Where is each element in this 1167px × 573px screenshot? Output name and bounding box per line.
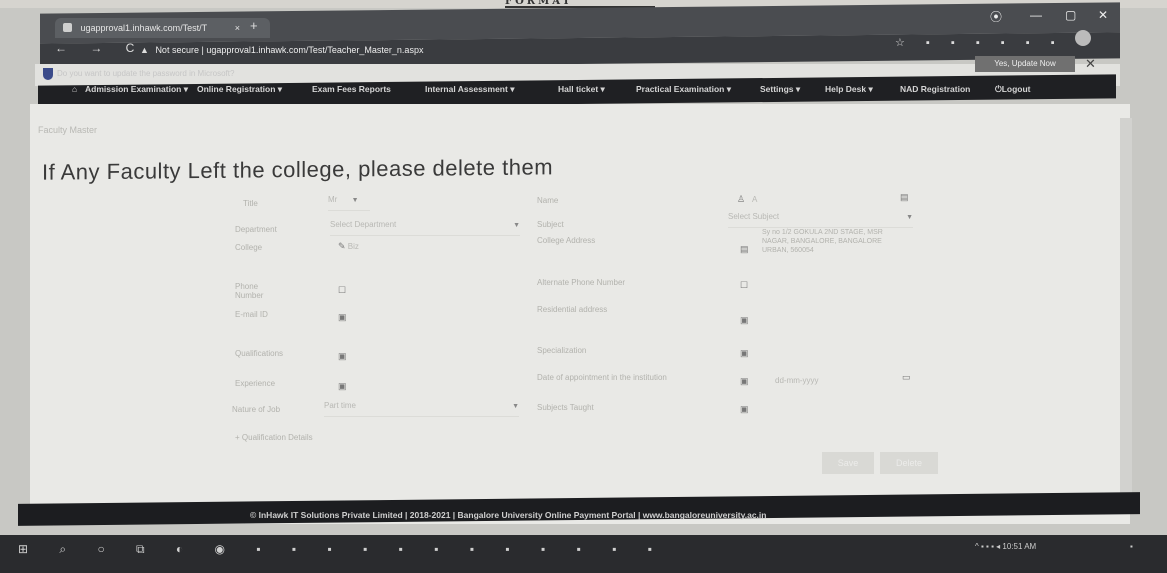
tab-title: ugapproval1.inhawk.com/Test/T xyxy=(80,23,208,33)
avatar[interactable] xyxy=(1075,30,1091,46)
title-select[interactable]: Mr ▼ xyxy=(328,195,370,211)
menu-practical-examination[interactable]: Practical Examination ▾ xyxy=(636,84,731,95)
browser-tab[interactable]: ugapproval1.inhawk.com/Test/T × xyxy=(55,18,270,38)
email-label: E-mail ID xyxy=(235,310,268,319)
experience-label: Experience xyxy=(235,379,276,388)
url-text: ugapproval1.inhawk.com/Test/Teacher_Mast… xyxy=(206,45,424,55)
phone-icon: ☐ xyxy=(740,280,749,290)
shield-icon xyxy=(43,68,53,80)
subject-select[interactable]: Select Subject ▼ xyxy=(728,212,913,228)
close-window-button[interactable]: ✕ xyxy=(1098,8,1108,22)
menu-internal-assessment[interactable]: Internal Assessment ▾ xyxy=(425,84,514,95)
infobar-message: Do you want to update the password in Mi… xyxy=(57,69,235,78)
specialization-label: Specialization xyxy=(537,346,587,355)
save-button[interactable]: Save xyxy=(822,452,874,474)
appointment-date-label: Date of appointment in the institution xyxy=(537,373,667,382)
chevron-down-icon: ▼ xyxy=(906,214,913,221)
minimize-button[interactable]: — xyxy=(1030,8,1042,22)
title-label: Title xyxy=(243,199,258,208)
department-label: Department xyxy=(235,225,277,234)
phone-icon: ☐ xyxy=(338,285,347,295)
college-address-label: College Address xyxy=(537,236,596,245)
favicon-icon xyxy=(63,23,72,32)
navigation-icons[interactable]: ← → C xyxy=(55,41,144,55)
new-tab-button[interactable]: + xyxy=(250,18,258,33)
extension-icons[interactable]: ☆ ▪ ▪ ▪ ▪ ▪ ▪ xyxy=(895,36,1064,49)
tab-close-icon[interactable]: × xyxy=(235,18,240,38)
page-title: If Any Faculty Left the college, please … xyxy=(42,154,554,185)
college-label: College xyxy=(235,243,263,252)
qualifications-label: Qualifications xyxy=(235,349,284,358)
name-value[interactable]: A xyxy=(752,195,757,204)
menu-online-registration[interactable]: Online Registration ▾ xyxy=(197,84,282,95)
address-icon: ▤ xyxy=(740,244,749,254)
department-select[interactable]: Select Department ▼ xyxy=(330,220,520,236)
warning-icon: ▲ xyxy=(140,45,149,55)
logout-link[interactable]: ⏻Logout xyxy=(995,84,1031,95)
chevron-down-icon: ▼ xyxy=(351,197,359,204)
email-icon: ▣ xyxy=(338,312,347,322)
date-icon: ▣ xyxy=(740,376,749,386)
taskbar-icons[interactable]: ⊞ ⌕ ○ ⧉ ◐ ◉ ▪ ▪ ▪ ▪ ▪ ▪ ▪ ▪ ▪ ▪ ▪ ▪ xyxy=(18,542,666,557)
footer-text: © InHawk IT Solutions Private Limited | … xyxy=(250,510,767,520)
subject-label: Subject xyxy=(537,220,564,229)
alt-phone-label: Alternate Phone Number xyxy=(537,278,626,287)
update-now-button[interactable]: Yes, Update Now xyxy=(975,56,1075,72)
menu-settings[interactable]: Settings ▾ xyxy=(760,84,800,95)
id-card-icon: ▤ xyxy=(900,192,909,202)
title-value: Mr xyxy=(328,195,338,204)
college-value: Biz xyxy=(347,242,359,251)
name-label: Name xyxy=(537,196,559,205)
pencil-icon: ✎ xyxy=(338,241,346,251)
not-secure-label: Not secure xyxy=(155,45,199,55)
nature-of-job-select[interactable]: Part time ▼ xyxy=(324,401,519,417)
calendar-icon[interactable]: ▭ xyxy=(902,372,911,383)
system-tray[interactable]: ^ ▪ ▪ ▪ ◂ 10:51 AM xyxy=(975,542,1036,551)
add-qualification-link[interactable]: + Qualification Details xyxy=(235,433,313,442)
chevron-down-icon: ▼ xyxy=(513,222,520,229)
nature-of-job-label: Nature of Job xyxy=(232,405,281,414)
breadcrumb: Faculty Master xyxy=(38,125,98,135)
subjects-taught-icon: ▣ xyxy=(740,404,749,414)
college-field: ✎ Biz xyxy=(338,241,359,252)
appointment-date-input[interactable]: dd-mm-yyyy xyxy=(775,376,819,385)
menu-hall-ticket[interactable]: Hall ticket ▾ xyxy=(558,84,605,95)
specialization-icon: ▣ xyxy=(740,348,749,358)
experience-icon: ▣ xyxy=(338,381,347,391)
college-address-value[interactable]: Sy no 1/2 GOKULA 2ND STAGE, MSR NAGAR, B… xyxy=(762,228,897,268)
menu-nad-registration[interactable]: NAD Registration xyxy=(900,84,970,94)
residential-address-label: Residential address xyxy=(537,305,608,314)
phone-label: Phone Number xyxy=(235,282,264,300)
menu-help-desk[interactable]: Help Desk ▾ xyxy=(825,84,873,95)
menu-admission-examination[interactable]: Admission Examination ▾ xyxy=(85,84,188,95)
address-bar[interactable]: ▲ Not secure | ugapproval1.inhawk.com/Te… xyxy=(140,41,860,59)
home-icon[interactable]: ⌂ xyxy=(72,84,77,94)
scrollbar[interactable] xyxy=(1120,118,1132,508)
menu-exam-fees-reports[interactable]: Exam Fees Reports xyxy=(312,84,391,94)
department-value: Select Department xyxy=(330,220,397,229)
chevron-down-icon: ▼ xyxy=(512,403,519,410)
notification-icon[interactable]: ▪ xyxy=(1130,542,1133,551)
maximize-button[interactable]: ▢ xyxy=(1065,8,1076,22)
infobar-close-icon[interactable]: ✕ xyxy=(1085,56,1096,72)
subject-value: Select Subject xyxy=(728,212,780,221)
nature-of-job-value: Part time xyxy=(324,401,357,410)
qualifications-icon: ▣ xyxy=(338,351,347,361)
subjects-taught-label: Subjects Taught xyxy=(537,403,594,412)
profile-icon[interactable]: ⦿ xyxy=(990,8,1002,25)
delete-button[interactable]: Delete xyxy=(880,452,938,474)
user-icon: ♙ xyxy=(737,194,746,204)
home-address-icon: ▣ xyxy=(740,315,749,325)
